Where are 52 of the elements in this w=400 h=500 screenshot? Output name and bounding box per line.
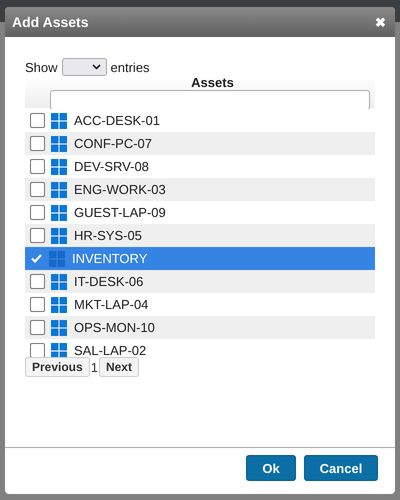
- checkbox[interactable]: [30, 297, 45, 312]
- checkbox[interactable]: [30, 343, 45, 358]
- asset-name: HR-SYS-05: [74, 228, 142, 243]
- checkbox[interactable]: [30, 274, 45, 289]
- asset-name: GUEST-LAP-09: [74, 205, 166, 220]
- table-row[interactable]: ENG-WORK-03: [25, 178, 375, 201]
- checkbox[interactable]: [30, 182, 45, 197]
- next-button[interactable]: Next: [98, 357, 139, 377]
- filter-field[interactable]: [50, 90, 370, 110]
- checkbox[interactable]: [30, 320, 45, 335]
- dialog-title: Add Assets: [12, 14, 89, 30]
- table-row[interactable]: CONF-PC-07: [25, 132, 375, 155]
- asset-name: CONF-PC-07: [74, 136, 152, 151]
- windows-icon: [51, 158, 67, 174]
- previous-button[interactable]: Previous: [25, 357, 90, 377]
- windows-icon: [51, 342, 67, 358]
- entries-label: entries: [110, 60, 150, 74]
- chevron-down-icon: [92, 64, 101, 70]
- checkbox[interactable]: [30, 113, 45, 128]
- table-row[interactable]: HR-SYS-05: [25, 224, 375, 247]
- windows-icon: [51, 204, 67, 220]
- windows-icon: [51, 274, 67, 290]
- windows-icon: [51, 136, 67, 152]
- checkbox[interactable]: [30, 159, 45, 174]
- windows-icon: [51, 228, 67, 244]
- asset-name: INVENTORY: [72, 251, 148, 266]
- show-label: Show: [25, 60, 58, 74]
- entries-dropdown[interactable]: [62, 58, 107, 76]
- windows-icon: [51, 112, 67, 128]
- table-row[interactable]: OPS-MON-10: [25, 316, 375, 339]
- asset-name: ACC-DESK-01: [74, 113, 160, 128]
- windows-icon: [51, 320, 67, 336]
- dialog-button[interactable]: Cancel: [304, 455, 378, 481]
- windows-icon: [51, 296, 67, 312]
- checkbox[interactable]: [30, 228, 45, 243]
- asset-name: MKT-LAP-04: [74, 297, 148, 312]
- checkmark-icon[interactable]: [30, 252, 43, 265]
- asset-name: OPS-MON-10: [74, 320, 155, 335]
- asset-name: ENG-WORK-03: [74, 182, 166, 197]
- asset-name: IT-DESK-06: [74, 274, 144, 289]
- checkbox[interactable]: [30, 136, 45, 151]
- windows-icon: [51, 182, 67, 198]
- asset-name: DEV-SRV-08: [74, 159, 149, 174]
- windows-icon: [49, 250, 65, 266]
- dialog-button[interactable]: Ok: [246, 455, 296, 481]
- asset-name: SAL-LAP-02: [74, 343, 146, 358]
- table-row[interactable]: IT-DESK-06: [25, 270, 375, 293]
- close-button[interactable]: ✖: [375, 14, 386, 30]
- column-header: Assets: [191, 75, 234, 90]
- checkbox[interactable]: [30, 205, 45, 220]
- table-row[interactable]: INVENTORY: [25, 247, 375, 270]
- page-number[interactable]: 1: [90, 360, 98, 374]
